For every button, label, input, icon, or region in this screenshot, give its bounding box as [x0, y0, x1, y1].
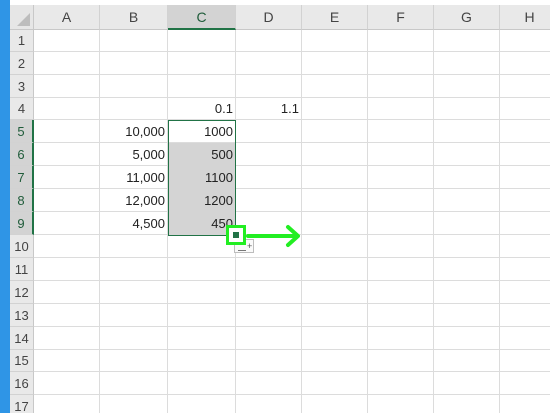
- gridline: [499, 30, 500, 413]
- gridline: [34, 349, 550, 350]
- row-header-7[interactable]: 7: [10, 166, 34, 189]
- row-header-5[interactable]: 5: [10, 120, 34, 143]
- gridline: [34, 394, 550, 395]
- row-header-4[interactable]: 4: [10, 98, 34, 120]
- select-all-icon: [17, 13, 30, 26]
- cell-b7[interactable]: 11,000: [100, 166, 168, 189]
- column-header-h[interactable]: H: [500, 5, 550, 30]
- gridline: [34, 257, 550, 258]
- select-all-button[interactable]: [10, 5, 34, 30]
- column-header-c[interactable]: C: [168, 5, 236, 30]
- row-header-1[interactable]: 1: [10, 30, 34, 52]
- spreadsheet: A B C D E F G H 1 2 3 4 5 6 7 8 9 10 11 …: [10, 0, 550, 413]
- cell-b9[interactable]: 4,500: [100, 212, 168, 235]
- gridline: [367, 30, 368, 413]
- cell-c7[interactable]: 1100: [168, 166, 236, 189]
- row-header-15[interactable]: 15: [10, 350, 34, 372]
- gridline: [433, 30, 434, 413]
- screen-edge: [0, 0, 10, 413]
- cell-b5[interactable]: 10,000: [100, 120, 168, 143]
- cell-b6[interactable]: 5,000: [100, 143, 168, 166]
- row-header-9[interactable]: 9: [10, 212, 34, 235]
- arrow-right-icon: [246, 225, 300, 247]
- row-header-11[interactable]: 11: [10, 258, 34, 281]
- cell-b8[interactable]: 12,000: [100, 189, 168, 212]
- fill-handle-dot: [233, 232, 239, 238]
- row-header-10[interactable]: 10: [10, 235, 34, 258]
- row-header-6[interactable]: 6: [10, 143, 34, 166]
- column-header-e[interactable]: E: [302, 5, 368, 30]
- row-header-12[interactable]: 12: [10, 281, 34, 304]
- cell-c5[interactable]: 1000: [168, 120, 236, 143]
- cell-c6[interactable]: 500: [168, 143, 236, 166]
- row-header-2[interactable]: 2: [10, 52, 34, 75]
- gridline: [34, 371, 550, 372]
- row-header-14[interactable]: 14: [10, 327, 34, 350]
- gridline: [301, 30, 302, 413]
- column-header-d[interactable]: D: [236, 5, 302, 30]
- column-header-b[interactable]: B: [100, 5, 168, 30]
- fill-handle-icon[interactable]: [226, 225, 246, 245]
- row-header-8[interactable]: 8: [10, 189, 34, 212]
- cell-c8[interactable]: 1200: [168, 189, 236, 212]
- row-header-17[interactable]: 17: [10, 395, 34, 413]
- row-header-3[interactable]: 3: [10, 75, 34, 98]
- cell-d4[interactable]: 1.1: [236, 98, 302, 120]
- gridline: [34, 303, 550, 304]
- cell-c4[interactable]: 0.1: [168, 98, 236, 120]
- row-header-16[interactable]: 16: [10, 372, 34, 395]
- gridline: [34, 74, 550, 75]
- column-header-f[interactable]: F: [368, 5, 434, 30]
- gridline: [34, 326, 550, 327]
- gridline: [34, 280, 550, 281]
- gridline: [34, 51, 550, 52]
- row-header-13[interactable]: 13: [10, 304, 34, 327]
- column-header-a[interactable]: A: [34, 5, 100, 30]
- column-header-g[interactable]: G: [434, 5, 500, 30]
